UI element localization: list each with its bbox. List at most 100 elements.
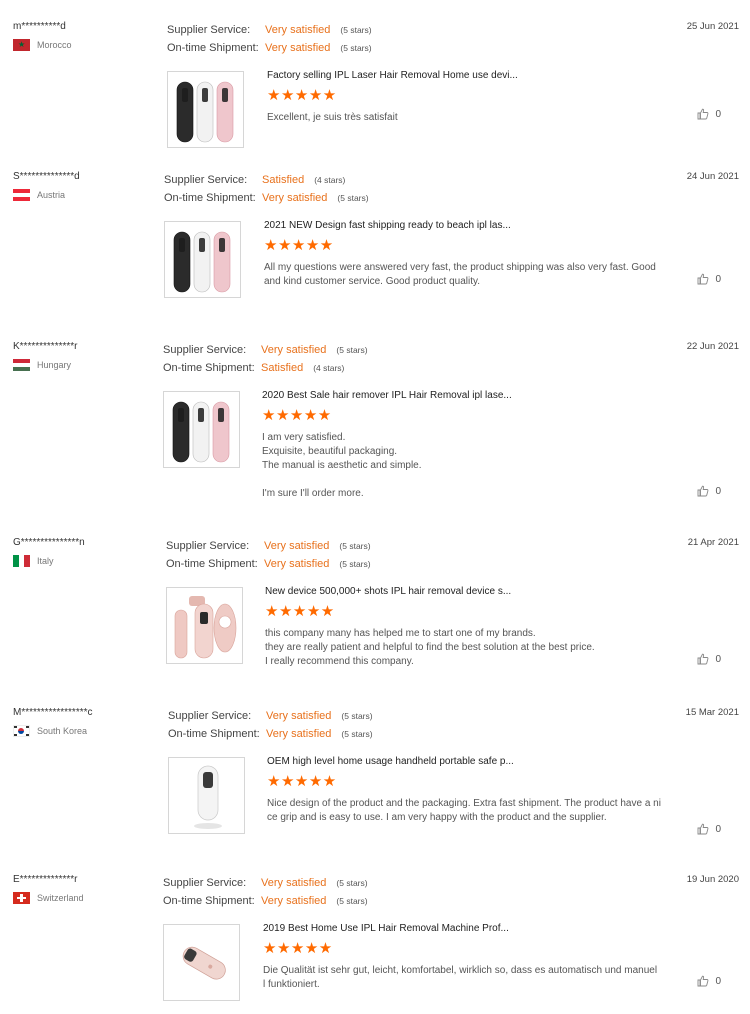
review-comment: Excellent, je suis très satisfait — [267, 112, 398, 123]
product-thumbnail[interactable] — [167, 71, 244, 148]
review-date: 21 Apr 2021 — [687, 537, 739, 548]
reviewer-country: Switzerland — [13, 892, 84, 904]
like-count: 0 — [715, 485, 721, 497]
like-button[interactable]: 0 — [697, 108, 721, 120]
ontime-shipment-label: On-time Shipment: — [168, 728, 260, 740]
review-comment: All my questions were answered very fast… — [264, 262, 656, 287]
supplier-service-stars: (4 stars) — [314, 175, 346, 185]
product-thumbnail[interactable] — [163, 924, 240, 1001]
supplier-service-stars: (5 stars) — [336, 878, 368, 888]
supplier-service-value: Very satisfied — [261, 344, 327, 356]
product-thumbnail[interactable] — [168, 757, 245, 834]
product-title-link[interactable]: OEM high level home usage handheld porta… — [267, 756, 514, 767]
supplier-service-value: Very satisfied — [261, 877, 327, 889]
star-rating: ★★★★★ — [265, 603, 335, 620]
thumbs-up-icon — [697, 108, 709, 120]
like-count: 0 — [715, 273, 721, 285]
ontime-shipment-stars: (5 stars) — [336, 896, 368, 906]
like-count: 0 — [715, 823, 721, 835]
ontime-shipment-value: Very satisfied — [261, 895, 327, 907]
flag-icon — [13, 725, 30, 737]
reviewer-name: E**************r — [13, 874, 78, 885]
flag-icon — [13, 892, 30, 904]
supplier-service-value: Satisfied — [262, 174, 305, 186]
ontime-shipment-label: On-time Shipment: — [164, 192, 256, 204]
star-rating: ★★★★★ — [267, 87, 337, 104]
country-name: Switzerland — [37, 893, 84, 903]
like-count: 0 — [715, 653, 721, 665]
product-thumbnail[interactable] — [166, 587, 243, 664]
reviewer-name: K**************r — [13, 341, 78, 352]
reviewer-country: South Korea — [13, 725, 87, 737]
supplier-service-value: Very satisfied — [266, 710, 332, 722]
reviewer-name: M*****************c — [13, 707, 93, 718]
review-date: 22 Jun 2021 — [686, 341, 739, 352]
star-rating: ★★★★★ — [267, 773, 337, 790]
product-title-link[interactable]: New device 500,000+ shots IPL hair remov… — [265, 586, 511, 597]
product-title-link[interactable]: Factory selling IPL Laser Hair Removal H… — [267, 70, 518, 81]
review-date: 15 Mar 2021 — [685, 707, 739, 718]
like-button[interactable]: 0 — [697, 653, 721, 665]
country-name: South Korea — [37, 726, 88, 736]
rating-meta: Supplier Service: Very satisfied (5 star… — [163, 874, 368, 910]
review-date: 24 Jun 2021 — [686, 171, 739, 182]
like-count: 0 — [715, 108, 721, 120]
product-thumbnail[interactable] — [164, 221, 241, 298]
review-comment: Nice design of the product and the packa… — [267, 798, 661, 823]
country-name: Italy — [37, 556, 54, 566]
reviewer-country: Hungary — [13, 359, 71, 371]
supplier-service-value: Very satisfied — [265, 24, 331, 36]
ontime-shipment-value: Very satisfied — [264, 558, 330, 570]
review-comment: Die Qualität ist sehr gut, leicht, komfo… — [263, 965, 658, 990]
supplier-service-stars: (5 stars) — [336, 345, 368, 355]
rating-meta: Supplier Service: Very satisfied (5 star… — [167, 21, 372, 57]
review-comment: I am very satisfied. Exquisite, beautifu… — [262, 432, 422, 499]
like-count: 0 — [715, 975, 721, 987]
country-name: Morocco — [37, 40, 72, 50]
like-button[interactable]: 0 — [697, 273, 721, 285]
review-comment: this company many has helped me to start… — [265, 628, 595, 667]
product-title-link[interactable]: 2020 Best Sale hair remover IPL Hair Rem… — [262, 390, 512, 401]
ontime-shipment-label: On-time Shipment: — [163, 895, 255, 907]
reviewer-country: Austria — [13, 189, 65, 201]
flag-icon — [13, 189, 30, 201]
ontime-shipment-value: Satisfied — [261, 362, 304, 374]
reviewer-country: Italy — [13, 555, 54, 567]
reviewer-name: S**************d — [13, 171, 80, 182]
reviewer-name: m**********d — [13, 21, 66, 32]
product-title-link[interactable]: 2021 NEW Design fast shipping ready to b… — [264, 220, 511, 231]
rating-meta: Supplier Service: Very satisfied (5 star… — [166, 537, 371, 573]
thumbs-up-icon — [697, 823, 709, 835]
ontime-shipment-value: Very satisfied — [262, 192, 328, 204]
supplier-service-label: Supplier Service: — [164, 174, 248, 186]
like-button[interactable]: 0 — [697, 485, 721, 497]
flag-icon — [13, 555, 30, 567]
ontime-shipment-stars: (5 stars) — [340, 43, 372, 53]
like-button[interactable]: 0 — [697, 975, 721, 987]
thumbs-up-icon — [697, 485, 709, 497]
like-button[interactable]: 0 — [697, 823, 721, 835]
thumbs-up-icon — [697, 975, 709, 987]
flag-icon: ★ — [13, 39, 30, 51]
ontime-shipment-stars: (5 stars) — [337, 193, 369, 203]
ontime-shipment-label: On-time Shipment: — [167, 42, 259, 54]
review-date: 25 Jun 2021 — [686, 21, 739, 32]
rating-meta: Supplier Service: Very satisfied (5 star… — [163, 341, 368, 377]
reviewer-country: ★ Morocco — [13, 39, 72, 51]
product-title-link[interactable]: 2019 Best Home Use IPL Hair Removal Mach… — [263, 923, 509, 934]
review-date: 19 Jun 2020 — [686, 874, 739, 885]
product-thumbnail[interactable] — [163, 391, 240, 468]
rating-meta: Supplier Service: Satisfied (4 stars) On… — [164, 171, 369, 207]
supplier-service-label: Supplier Service: — [166, 540, 250, 552]
ontime-shipment-stars: (5 stars) — [339, 559, 371, 569]
star-rating: ★★★★★ — [263, 940, 333, 957]
country-name: Hungary — [37, 360, 72, 370]
supplier-service-label: Supplier Service: — [168, 710, 252, 722]
ontime-shipment-label: On-time Shipment: — [166, 558, 258, 570]
supplier-service-label: Supplier Service: — [163, 344, 247, 356]
supplier-service-label: Supplier Service: — [167, 24, 251, 36]
supplier-service-label: Supplier Service: — [163, 877, 247, 889]
supplier-service-stars: (5 stars) — [339, 541, 371, 551]
star-rating: ★★★★★ — [262, 407, 332, 424]
supplier-service-stars: (5 stars) — [340, 25, 372, 35]
